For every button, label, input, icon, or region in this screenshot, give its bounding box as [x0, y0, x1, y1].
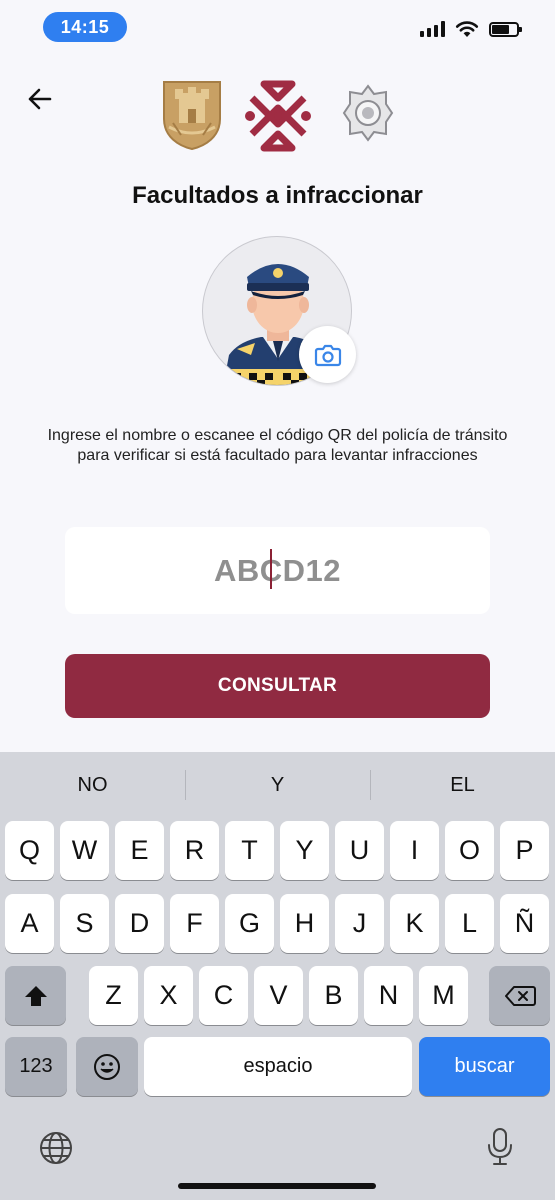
letter-key[interactable]: E — [115, 821, 164, 880]
consult-button[interactable]: CONSULTAR — [65, 654, 490, 718]
microphone-icon — [488, 1128, 512, 1165]
backspace-key[interactable] — [489, 966, 550, 1025]
home-indicator — [178, 1183, 376, 1189]
letter-key[interactable]: Z — [89, 966, 138, 1025]
emoji-key[interactable] — [76, 1037, 138, 1096]
letter-key[interactable]: Q — [5, 821, 54, 880]
letter-key[interactable]: X — [144, 966, 193, 1025]
letter-key[interactable]: D — [115, 894, 164, 953]
page-title: Facultados a infraccionar — [132, 182, 423, 209]
coat-of-arms-logo — [163, 81, 221, 151]
emoji-icon — [94, 1053, 120, 1080]
letter-key[interactable]: G — [225, 894, 274, 953]
officer-name-input[interactable]: ABCD12 — [65, 527, 490, 614]
letter-key[interactable]: B — [309, 966, 358, 1025]
shift-key[interactable] — [5, 966, 66, 1025]
letter-key[interactable]: A — [5, 894, 54, 953]
letter-key[interactable]: M — [419, 966, 468, 1025]
letter-key[interactable]: K — [390, 894, 439, 953]
police-badge-logo — [342, 84, 394, 142]
space-key[interactable]: espacio — [144, 1037, 412, 1096]
letter-key[interactable]: N — [364, 966, 413, 1025]
cellular-signal-icon — [420, 21, 445, 37]
suggestion-item[interactable]: NO — [0, 762, 185, 808]
text-caret — [269, 548, 272, 589]
wifi-icon — [455, 21, 479, 37]
camera-button[interactable] — [299, 326, 356, 383]
letter-key[interactable]: W — [60, 821, 109, 880]
globe-key[interactable] — [36, 1130, 76, 1166]
letter-key[interactable]: T — [225, 821, 274, 880]
status-bar: 14:15 — [0, 0, 555, 56]
letter-key[interactable]: V — [254, 966, 303, 1025]
suggestion-item[interactable]: EL — [370, 762, 555, 808]
letter-key[interactable]: F — [170, 894, 219, 953]
letter-key[interactable]: H — [280, 894, 329, 953]
letter-key[interactable]: S — [60, 894, 109, 953]
search-key[interactable]: buscar — [419, 1037, 550, 1096]
camera-icon — [314, 344, 341, 366]
letter-key[interactable]: Y — [280, 821, 329, 880]
suggestion-item[interactable]: Y — [185, 762, 370, 808]
globe-icon — [40, 1132, 72, 1164]
dictation-key[interactable] — [482, 1126, 518, 1168]
suggestion-bar: NO Y EL — [0, 762, 555, 808]
letter-key[interactable]: L — [445, 894, 494, 953]
instructions-text: Ingrese el nombre o escanee el código QR… — [47, 427, 508, 464]
letter-key[interactable]: U — [335, 821, 384, 880]
letter-key[interactable]: J — [335, 894, 384, 953]
numbers-key[interactable]: 123 — [5, 1037, 67, 1096]
suggestion-divider — [185, 770, 186, 800]
letter-key[interactable]: R — [170, 821, 219, 880]
back-button[interactable] — [22, 82, 56, 116]
logo-group — [158, 76, 398, 156]
input-value: ABCD12 — [214, 548, 341, 589]
backspace-icon — [504, 985, 536, 1006]
status-time[interactable]: 14:15 — [43, 12, 127, 42]
battery-icon — [489, 21, 522, 37]
letter-key[interactable]: Ñ — [500, 894, 549, 953]
letter-key[interactable]: P — [500, 821, 549, 880]
status-icons — [420, 20, 522, 38]
letter-key[interactable]: O — [445, 821, 494, 880]
cdmx-logo — [245, 80, 311, 152]
shift-icon — [24, 985, 47, 1006]
letter-key[interactable]: C — [199, 966, 248, 1025]
suggestion-divider — [370, 770, 371, 800]
letter-key[interactable]: I — [390, 821, 439, 880]
arrow-left-icon — [28, 88, 52, 110]
